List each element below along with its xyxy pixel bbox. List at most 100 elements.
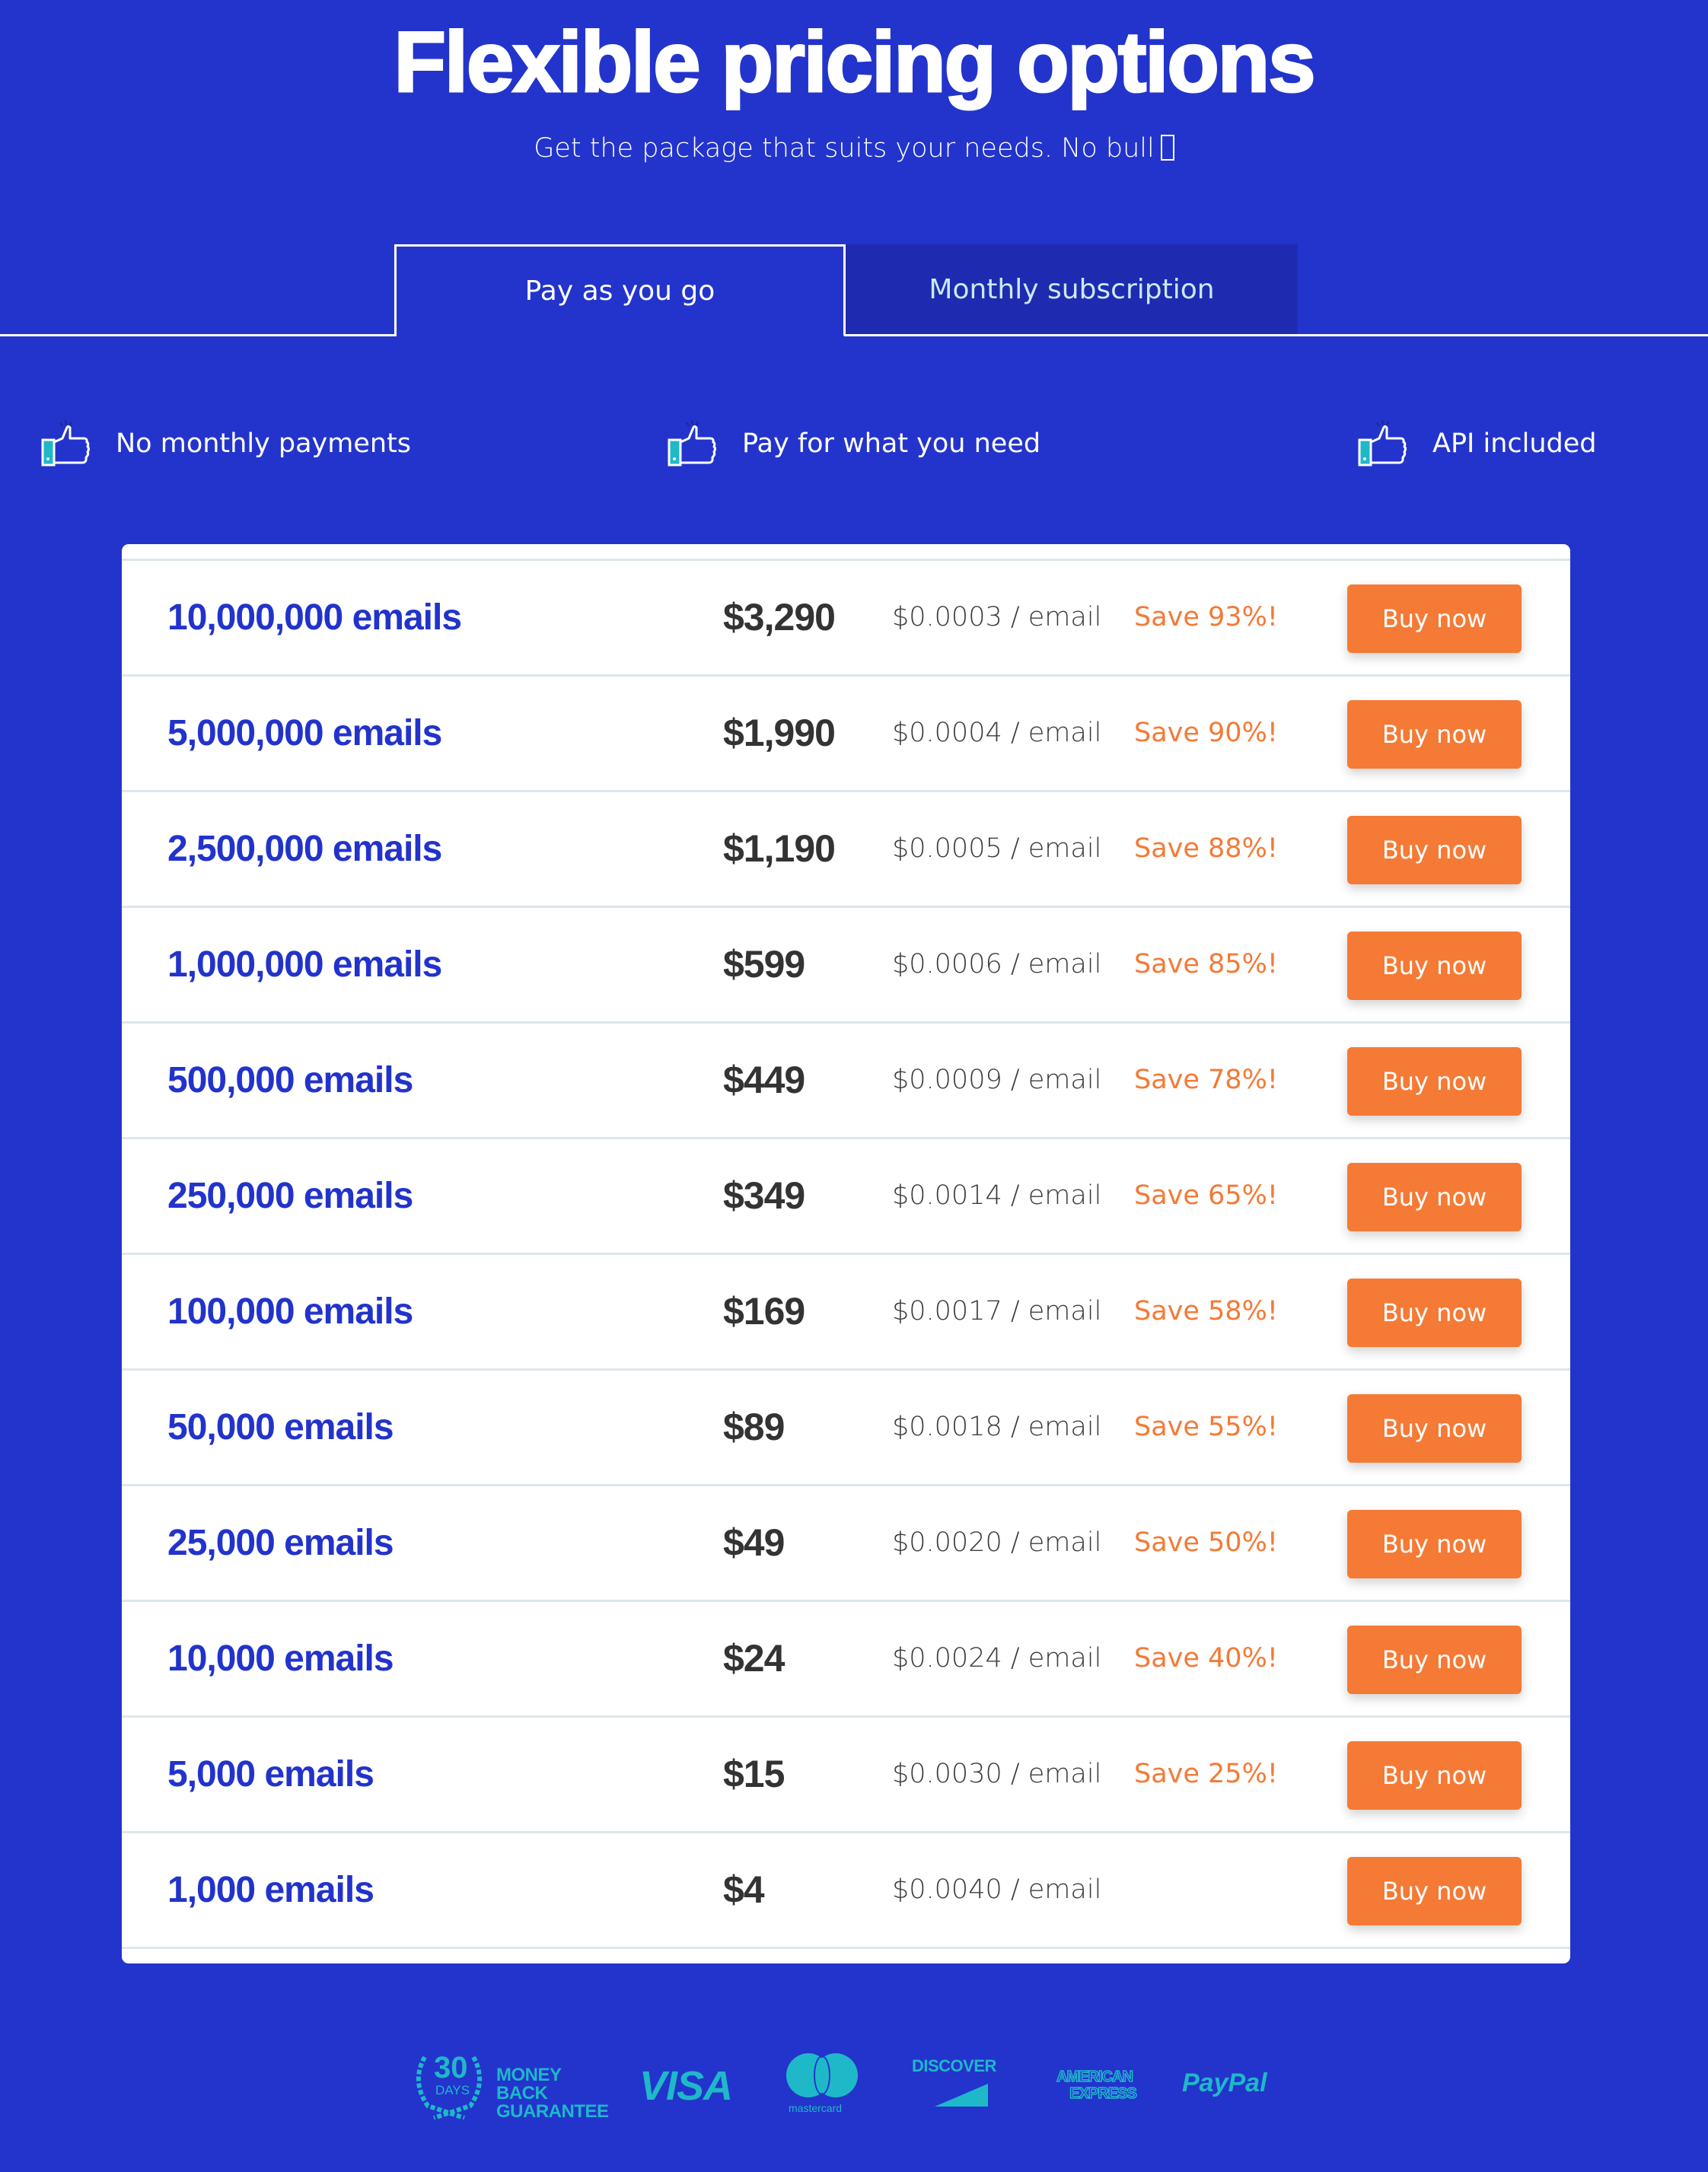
pricing-row: 250,000 emails $349 $0.0014 / email Save…	[122, 1139, 1570, 1255]
price-per-email: $0.0040 / email	[892, 1874, 1102, 1905]
guarantee-line-2: GUARANTEE	[496, 2101, 609, 2122]
subtitle-text: Get the package that suits your needs. N…	[534, 133, 1155, 164]
package-quantity: 1,000,000 emails	[167, 944, 442, 985]
package-price: $15	[723, 1753, 785, 1795]
pricing-row: 2,500,000 emails $1,190 $0.0005 / email …	[122, 792, 1570, 908]
page-subtitle: Get the package that suits your needs. N…	[0, 128, 1708, 169]
tab-pay-as-you-go[interactable]: Pay as you go	[394, 244, 846, 336]
package-quantity: 500,000 emails	[167, 1060, 413, 1100]
package-quantity: 1,000 emails	[167, 1870, 374, 1910]
package-quantity: 5,000,000 emails	[167, 713, 442, 753]
payment-logos: 30 DAYS MONEY BACK GUARANTEE VISA master…	[0, 2047, 1708, 2131]
mastercard-overlap	[814, 2056, 830, 2095]
buy-now-button[interactable]: Buy now	[1347, 1047, 1522, 1116]
package-quantity: 2,500,000 emails	[167, 829, 442, 869]
buy-now-button[interactable]: Buy now	[1347, 700, 1522, 769]
package-price: $3,290	[723, 596, 836, 639]
savings-badge: Save 85%!	[1134, 949, 1278, 979]
feature-no-monthly-payments: No monthly payments	[40, 417, 411, 470]
buy-now-button[interactable]: Buy now	[1347, 1163, 1522, 1231]
pricing-row: 500,000 emails $449 $0.0009 / email Save…	[122, 1024, 1570, 1139]
price-per-email: $0.0005 / email	[892, 833, 1102, 864]
price-per-email: $0.0009 / email	[892, 1065, 1102, 1095]
package-price: $4	[723, 1868, 765, 1911]
savings-badge: Save 25%!	[1134, 1759, 1278, 1789]
feature-api-included: API included	[1356, 417, 1597, 470]
feature-pay-for-what-you-need: Pay for what you need	[666, 417, 1040, 470]
thumbs-up-icon	[41, 419, 90, 467]
pricing-row: 1,000 emails $4 $0.0040 / email Buy now	[122, 1833, 1570, 1949]
guarantee-line-1: MONEY BACK	[496, 2065, 562, 2104]
pricing-row: 25,000 emails $49 $0.0020 / email Save 5…	[122, 1486, 1570, 1602]
pricing-row: 1,000,000 emails $599 $0.0006 / email Sa…	[122, 908, 1570, 1024]
package-price: $24	[723, 1637, 785, 1680]
visa-logo: VISA	[639, 2063, 733, 2109]
missing-emoji-icon	[1160, 135, 1174, 161]
package-price: $449	[723, 1059, 805, 1101]
price-per-email: $0.0018 / email	[892, 1412, 1102, 1442]
buy-now-button[interactable]: Buy now	[1347, 584, 1522, 653]
buy-now-button[interactable]: Buy now	[1347, 1626, 1522, 1694]
tab-monthly-subscription[interactable]: Monthly subscription	[846, 244, 1298, 334]
savings-badge: Save 88%!	[1134, 833, 1278, 864]
savings-badge: Save 50%!	[1134, 1527, 1278, 1558]
savings-badge: Save 90%!	[1134, 718, 1278, 748]
feature-label: API included	[1432, 428, 1597, 459]
guarantee-days: 30	[434, 2051, 468, 2084]
mastercard-wordmark: mastercard	[789, 2102, 843, 2114]
buy-now-button[interactable]: Buy now	[1347, 1394, 1522, 1463]
discover-wordmark: DISCOVER	[912, 2056, 996, 2075]
price-per-email: $0.0006 / email	[892, 949, 1102, 979]
package-price: $1,190	[723, 827, 836, 870]
buy-now-button[interactable]: Buy now	[1347, 1741, 1522, 1810]
package-price: $349	[723, 1174, 805, 1217]
package-price: $599	[723, 943, 805, 986]
package-quantity: 250,000 emails	[167, 1176, 413, 1216]
package-quantity: 50,000 emails	[167, 1407, 394, 1447]
pricing-row: 10,000,000 emails $3,290 $0.0003 / email…	[122, 561, 1570, 677]
amex-logo: AMERICAN EXPRESS	[1049, 2068, 1140, 2103]
buy-now-button[interactable]: Buy now	[1347, 932, 1522, 1000]
price-per-email: $0.0003 / email	[892, 602, 1102, 632]
package-price: $169	[723, 1290, 805, 1333]
savings-badge: Save 93%!	[1134, 602, 1278, 632]
amex-line-2: EXPRESS	[1069, 2084, 1138, 2103]
feature-label: Pay for what you need	[742, 428, 1041, 459]
thumbs-up-icon	[1358, 419, 1407, 467]
tab-label: Pay as you go	[524, 275, 715, 307]
savings-badge: Save 40%!	[1134, 1643, 1278, 1674]
price-per-email: $0.0024 / email	[892, 1643, 1102, 1674]
paypal-logo: PayPal	[1182, 2068, 1267, 2097]
guarantee-text: MONEY BACK GUARANTEE	[496, 2066, 609, 2121]
discover-logo: DISCOVER	[912, 2056, 1007, 2117]
savings-badge: Save 78%!	[1134, 1065, 1278, 1095]
tab-label: Monthly subscription	[929, 273, 1215, 305]
package-price: $89	[723, 1406, 785, 1448]
price-per-email: $0.0014 / email	[892, 1180, 1102, 1211]
pricing-row: 100,000 emails $169 $0.0017 / email Save…	[122, 1255, 1570, 1371]
amex-line-1: AMERICAN	[1056, 2068, 1133, 2086]
savings-badge: Save 58%!	[1134, 1296, 1278, 1326]
pricing-row: 5,000,000 emails $1,990 $0.0004 / email …	[122, 677, 1570, 792]
buy-now-button[interactable]: Buy now	[1347, 1279, 1522, 1347]
guarantee-days-label: DAYS	[435, 2083, 470, 2097]
price-per-email: $0.0004 / email	[892, 718, 1102, 748]
savings-badge: Save 55%!	[1134, 1412, 1278, 1442]
savings-badge: Save 65%!	[1134, 1180, 1278, 1211]
price-per-email: $0.0017 / email	[892, 1296, 1102, 1326]
page-title: Flexible pricing options	[393, 14, 1317, 111]
price-per-email: $0.0030 / email	[892, 1759, 1102, 1789]
package-quantity: 10,000,000 emails	[167, 597, 462, 638]
pricing-row: 10,000 emails $24 $0.0024 / email Save 4…	[122, 1602, 1570, 1718]
buy-now-button[interactable]: Buy now	[1347, 816, 1522, 884]
money-back-guarantee-badge: 30 DAYS MONEY BACK GUARANTEE	[411, 2051, 609, 2121]
discover-swoosh	[935, 2084, 988, 2107]
package-price: $49	[723, 1521, 785, 1564]
buy-now-button[interactable]: Buy now	[1347, 1857, 1522, 1925]
package-quantity: 100,000 emails	[167, 1291, 413, 1332]
price-per-email: $0.0020 / email	[892, 1527, 1102, 1558]
package-quantity: 25,000 emails	[167, 1523, 394, 1563]
tab-baseline	[844, 334, 1708, 336]
buy-now-button[interactable]: Buy now	[1347, 1510, 1522, 1578]
package-quantity: 5,000 emails	[167, 1754, 374, 1795]
